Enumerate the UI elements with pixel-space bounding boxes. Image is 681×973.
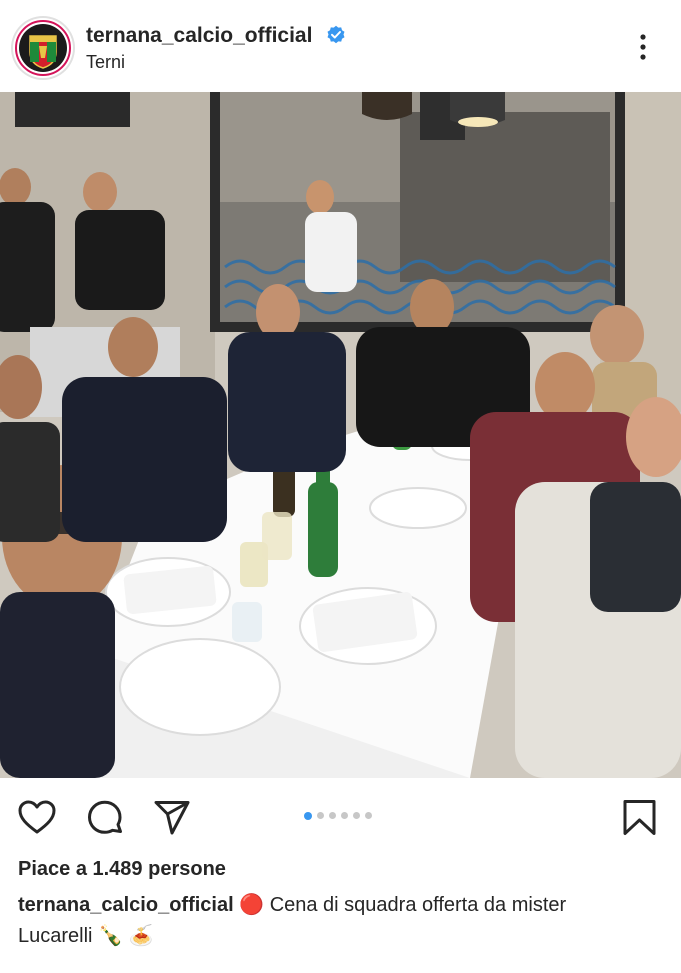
carousel-dot xyxy=(365,812,372,819)
avatar[interactable] xyxy=(13,18,73,78)
post-header: ternana_calcio_official Terni xyxy=(0,0,681,92)
post-location[interactable]: Terni xyxy=(86,52,125,73)
caption-emoji-red-circle: 🔴 xyxy=(239,894,265,916)
three-dots-vertical-icon xyxy=(640,34,646,60)
carousel-indicator xyxy=(304,811,372,820)
post-photo[interactable] xyxy=(0,92,681,778)
heart-icon xyxy=(18,800,56,834)
post-caption: ternana_calcio_official 🔴 Cena di squadr… xyxy=(18,890,668,952)
carousel-dot xyxy=(329,812,336,819)
caption-emoji-champagne: 🍾 xyxy=(98,925,123,947)
save-button[interactable] xyxy=(620,798,660,838)
carousel-dot xyxy=(304,811,312,820)
more-options-button[interactable] xyxy=(629,30,657,64)
team-dinner-photo xyxy=(0,92,681,778)
post-username[interactable]: ternana_calcio_official xyxy=(86,24,346,51)
carousel-dot xyxy=(317,812,324,819)
like-button[interactable] xyxy=(17,798,57,838)
comment-bubble-icon xyxy=(88,800,122,834)
carousel-dot xyxy=(341,812,348,819)
share-button[interactable] xyxy=(152,798,192,838)
likes-count[interactable]: Piace a 1.489 persone xyxy=(18,858,226,881)
comment-button[interactable] xyxy=(85,798,125,838)
caption-emoji-spaghetti: 🍝 xyxy=(128,925,154,947)
caption-text-2: Lucarelli xyxy=(18,925,93,947)
paper-plane-icon xyxy=(154,801,190,835)
username-text[interactable]: ternana_calcio_official xyxy=(86,24,312,47)
carousel-dot xyxy=(353,812,360,819)
bookmark-icon xyxy=(623,800,656,835)
ternana-crest-icon xyxy=(15,20,71,76)
caption-text-1: Cena di squadra offerta da mister xyxy=(269,894,567,916)
verified-badge-icon xyxy=(326,25,346,51)
caption-username[interactable]: ternana_calcio_official xyxy=(18,894,234,916)
